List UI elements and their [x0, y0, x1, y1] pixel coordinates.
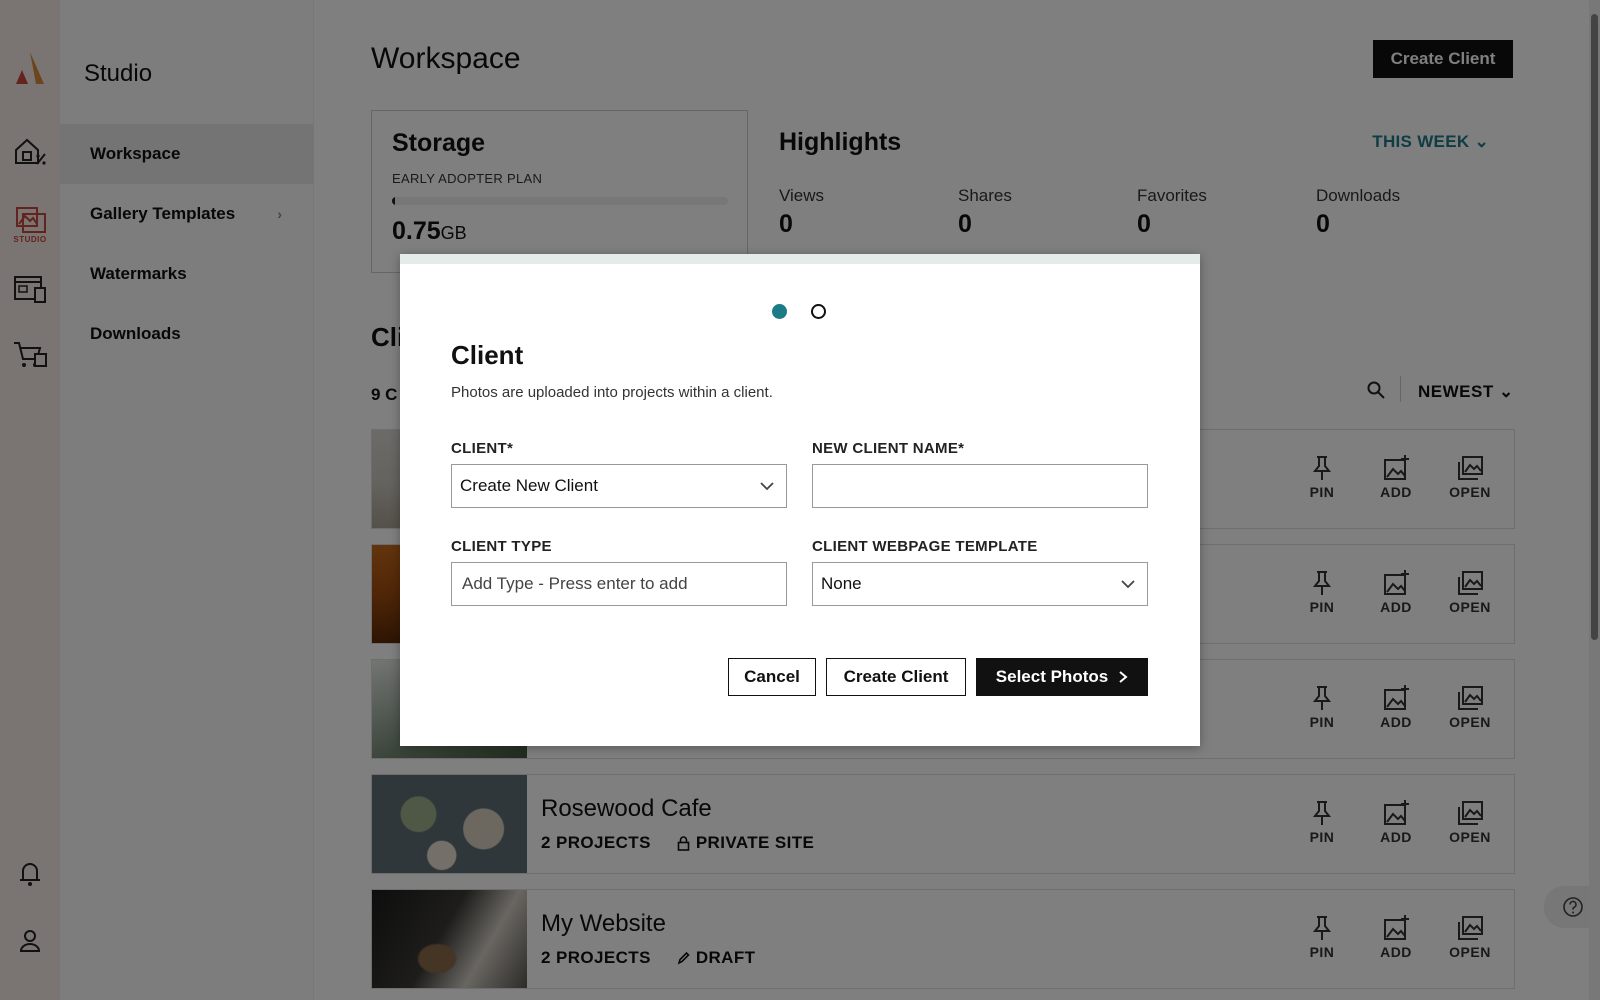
cancel-button[interactable]: Cancel	[728, 658, 816, 696]
client-type-input[interactable]: Add Type - Press enter to add	[451, 562, 787, 606]
client-select-value: Create New Client	[460, 476, 598, 495]
chevron-right-icon	[1119, 671, 1128, 683]
step-dot-inactive	[811, 304, 826, 319]
new-client-name-input[interactable]	[812, 464, 1148, 508]
chevron-down-icon	[760, 482, 774, 491]
modal-title: Client	[451, 340, 524, 370]
client-type-placeholder: Add Type - Press enter to add	[462, 574, 688, 593]
create-client-modal: Client Photos are uploaded into projects…	[400, 254, 1200, 746]
client-type-label: CLIENT TYPE	[451, 538, 552, 555]
client-field-label: CLIENT*	[451, 440, 514, 457]
webpage-template-select[interactable]: None	[812, 562, 1148, 606]
step-dot-active	[772, 304, 787, 319]
new-client-name-label: NEW CLIENT NAME*	[812, 440, 965, 457]
select-photos-label: Select Photos	[995, 667, 1109, 686]
select-photos-button[interactable]: Select Photos	[976, 658, 1148, 696]
modal-create-client-button[interactable]: Create Client	[826, 658, 966, 696]
chevron-down-icon	[1121, 580, 1135, 589]
modal-subtitle: Photos are uploaded into projects within…	[451, 384, 773, 401]
client-select[interactable]: Create New Client	[451, 464, 787, 508]
modal-top-strip	[400, 254, 1200, 264]
webpage-template-value: None	[821, 574, 862, 593]
step-indicator	[772, 304, 826, 319]
webpage-template-label: CLIENT WEBPAGE TEMPLATE	[812, 538, 1038, 555]
